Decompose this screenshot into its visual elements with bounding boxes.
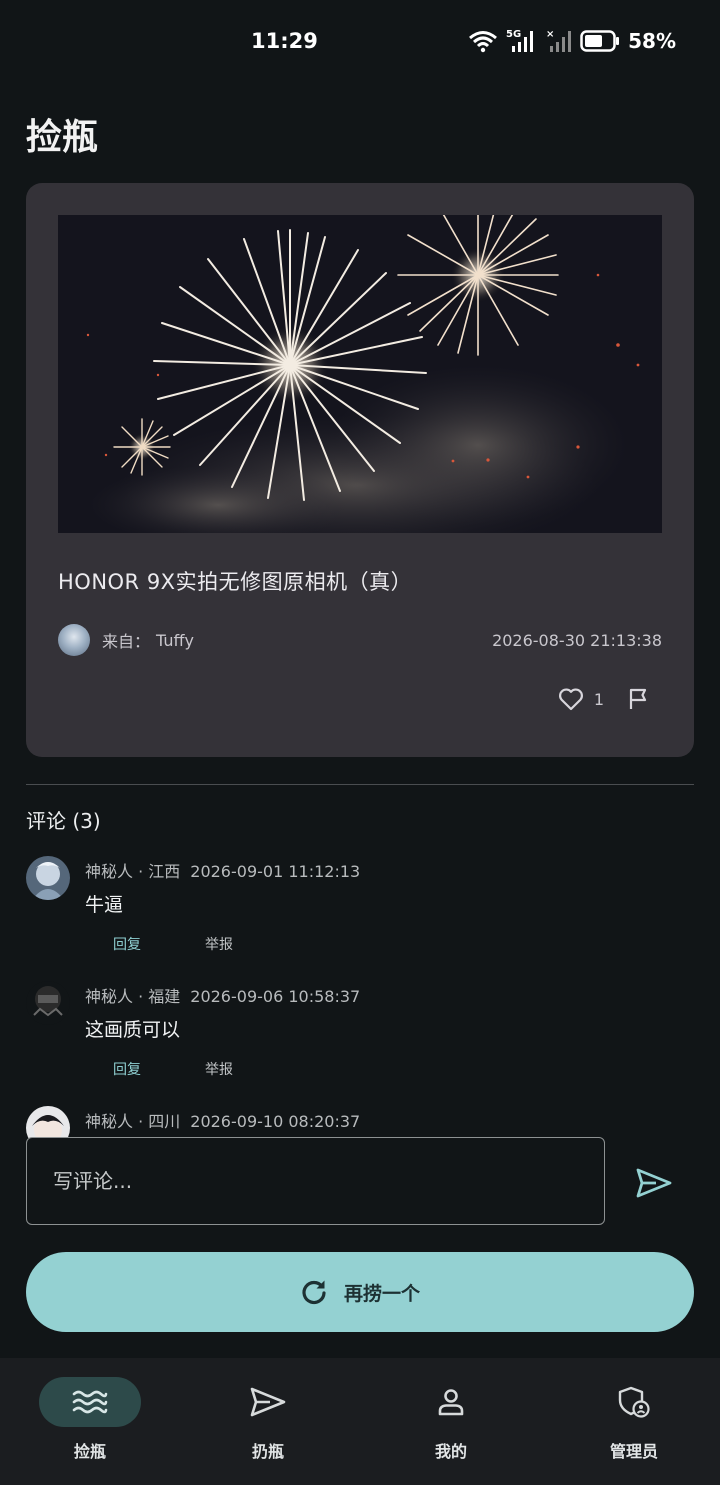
comment-meta: 神秘人 · 四川 2026-09-10 08:20:37 [85,1108,360,1132]
send-icon [636,1168,672,1198]
from-label: 来自： [102,632,151,651]
report-button[interactable]: 举报 [205,934,233,954]
wifi-icon [469,31,498,53]
comment-input-row [26,1137,694,1225]
comment-time: 2026-09-01 11:12:13 [190,862,361,881]
comments-heading: 评论 (3) [26,809,101,833]
nav-item-admin[interactable]: 管理员 [544,1358,720,1485]
nav-icon-container [583,1377,685,1427]
status-icons: 5G × 58% [468,28,676,54]
reply-button[interactable]: 回复 [113,1059,141,1079]
author-row: 来自： Tuffy 2026-08-30 21:13:38 [58,623,662,657]
nav-icon-container [217,1377,319,1427]
nav-item-pick-bottle[interactable]: 捡瓶 [0,1358,180,1485]
heart-icon[interactable] [558,687,584,711]
comment-text: 牛逼 [85,894,124,916]
svg-text:×: × [546,29,554,40]
nav-label: 我的 [434,1442,467,1461]
page-title: 捡瓶 [26,116,99,158]
bottom-nav: 捡瓶 扔瓶 我的 管理员 [0,1358,720,1485]
send-icon [250,1387,286,1417]
report-button[interactable]: 举报 [205,1059,233,1079]
fish-again-button[interactable]: 再捞一个 [26,1252,694,1332]
comments-list[interactable]: 神秘人 · 江西 2026-09-01 11:12:13 牛逼 回复 举报 神秘人… [0,850,720,1138]
comment-avatar[interactable] [26,856,70,900]
status-time: 11:29 [251,29,318,53]
like-count: 1 [593,689,604,709]
divider [26,784,694,785]
svg-text:5G: 5G [506,29,521,40]
bottle-photo[interactable] [58,215,662,533]
reply-button[interactable]: 回复 [113,934,141,954]
battery-percent: 58% [628,29,676,53]
bottle-title: HONOR 9X实拍无修图原相机（真） [58,570,413,594]
signal-5g-icon: 5G [506,29,534,52]
nav-label: 捡瓶 [73,1442,106,1461]
nav-icon-container [400,1377,502,1427]
author-name[interactable]: Tuffy [156,631,194,650]
comment-meta: 神秘人 · 江西 2026-09-01 11:12:13 [85,858,360,882]
comment-author: 神秘人 · 福建 [85,987,181,1006]
refresh-icon [302,1280,326,1305]
nav-item-mine[interactable]: 我的 [361,1358,541,1485]
nav-label: 扔瓶 [251,1442,284,1461]
signal-nosim-icon: × [546,29,572,52]
nav-item-throw-bottle[interactable]: 扔瓶 [178,1358,358,1485]
comment-avatar[interactable] [26,981,70,1025]
post-timestamp: 2026-08-30 21:13:38 [492,630,662,650]
flag-icon[interactable] [628,687,650,711]
fireworks-photo [58,215,662,533]
comment-text: 这画质可以 [85,1019,181,1041]
shield-user-icon [618,1386,650,1418]
status-bar: 11:29 5G × 58% [0,0,720,84]
send-button[interactable] [632,1161,676,1205]
nav-active-indicator [39,1377,141,1427]
nav-label: 管理员 [609,1442,658,1461]
battery-icon [580,30,620,52]
comment-meta: 神秘人 · 福建 2026-09-06 10:58:37 [85,983,360,1007]
waves-icon [72,1390,108,1414]
person-icon [438,1389,464,1416]
comment-author: 神秘人 · 四川 [85,1112,181,1131]
bottle-actions: 1 [558,687,650,711]
author-avatar[interactable] [58,624,90,656]
comment-author: 神秘人 · 江西 [85,862,181,881]
comment-time: 2026-09-10 08:20:37 [190,1112,361,1131]
fish-again-label: 再捞一个 [343,1282,420,1305]
comment-input[interactable] [26,1137,605,1225]
bottle-card: HONOR 9X实拍无修图原相机（真） 来自： Tuffy 2026-08-30… [26,183,694,757]
comment-time: 2026-09-06 10:58:37 [190,987,361,1006]
comment-avatar[interactable] [26,1106,70,1138]
